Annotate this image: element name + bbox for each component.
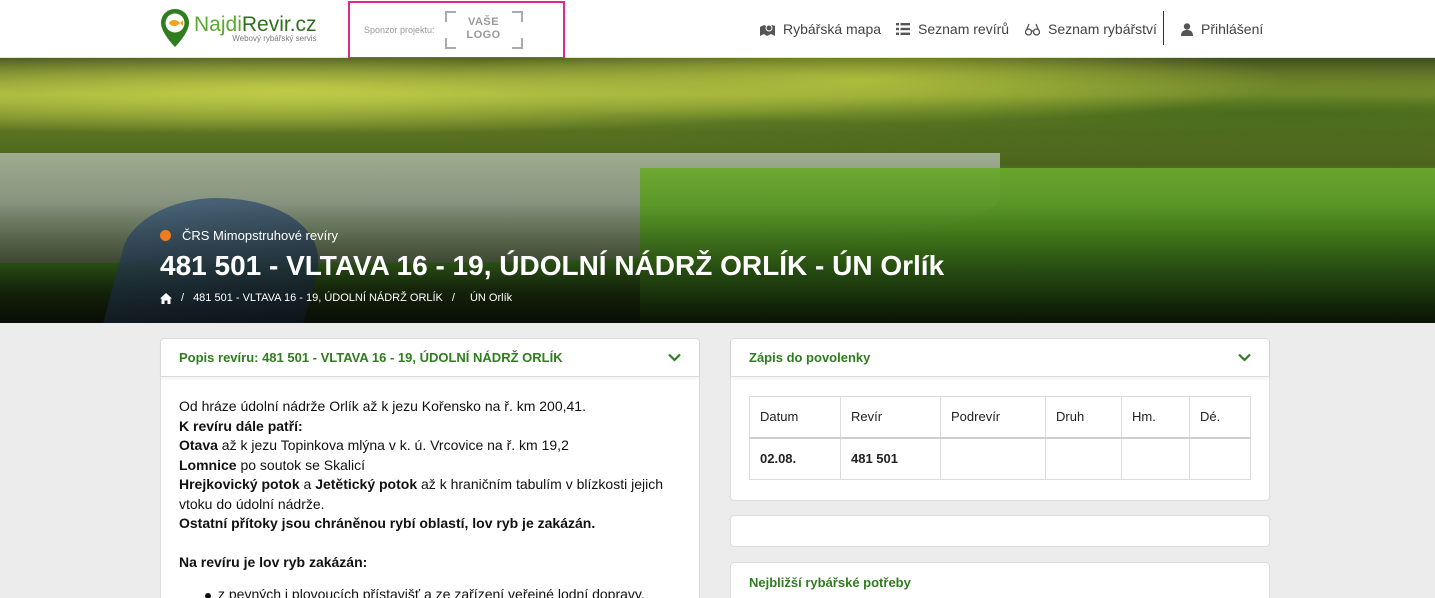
description-line: Od hráze údolní nádrže Orlík až k jezu K… [179,398,586,414]
tributary-name: Lomnice [179,456,237,473]
nav-label-fishery-list: Seznam rybářství [1048,21,1157,37]
category-label: ČRS Mimopstruhové revíry [182,228,339,243]
tributary-text: a [299,476,316,492]
sponsor-logo-placeholder: VAŠE LOGO [444,11,523,49]
river-category: ČRS Mimopstruhové revíry [160,228,338,243]
sponsor-logo-line1: VAŠE [467,16,500,28]
description-body: Od hráze údolní nádrže Orlík až k jezu K… [161,377,699,598]
column-header: Datum [749,396,841,439]
tributary-name: Hrejkovický potok [179,476,300,492]
breadcrumb-item-current: ÚN Orlík [469,292,513,304]
nav-label-login: Přihlášení [1201,21,1264,37]
tributary-text: po soutok se Skalicí [236,456,365,473]
column-header: Dé. [1189,396,1251,439]
nav-item-map[interactable]: Rybářská mapa [760,0,881,58]
permit-table: Datum Revír Podrevír Druh Hm. Dé. 02.08.… [749,396,1251,480]
nav-item-river-list[interactable]: Seznam revírů [896,0,1009,58]
column-header: Revír [840,396,941,439]
table-cell [1189,437,1251,480]
page-title: 481 501 - VLTAVA 16 - 19, ÚDOLNÍ NÁDRŽ O… [160,250,945,281]
nearby-shops-title: Nejbližší rybářské potřeby [749,574,911,590]
chevron-down-icon[interactable] [1238,353,1251,362]
table-cell: 481 501 [840,437,941,480]
table-header-row: Datum Revír Podrevír Druh Hm. Dé. [749,396,1251,439]
hero-banner [0,58,1435,323]
permit-panel: Zápis do povolenky Datum Revír Podrevír … [730,338,1270,501]
breadcrumb-item-river[interactable]: 481 501 - VLTAVA 16 - 19, ÚDOLNÍ NÁDRŽ O… [193,292,443,304]
nav-label-map: Rybářská mapa [783,21,882,37]
user-icon [1181,22,1193,36]
sponsor-banner[interactable]: Sponzor projektu: VAŠE LOGO [348,1,565,59]
description-panel-header[interactable]: Popis revíru: 481 501 - VLTAVA 16 - 19, … [161,339,699,377]
nearby-shops-panel: Nejbližší rybářské potřeby [730,562,1270,598]
tributaries-note: Ostatní přítoky jsou chráněnou rybí obla… [179,515,596,531]
empty-panel [730,515,1270,547]
sponsor-logo-line2: LOGO [466,29,501,41]
table-cell [1121,437,1190,480]
nav-item-login[interactable]: Přihlášení [1181,0,1263,58]
table-cell [1045,437,1122,480]
breadcrumb: / 481 501 - VLTAVA 16 - 19, ÚDOLNÍ NÁDRŽ… [160,292,512,304]
site-logo[interactable]: NajdiRevir.cz Webový rybářský servis [160,8,317,48]
column-header: Druh [1045,396,1122,439]
map-icon [760,24,775,36]
permit-panel-header[interactable]: Zápis do povolenky [731,339,1269,377]
nearby-shops-header[interactable]: Nejbližší rybářské potřeby [731,563,1269,598]
logo-pin-icon [160,8,190,48]
binoculars-icon [1025,23,1040,36]
chevron-down-icon[interactable] [668,353,681,362]
list-item: z pevných i plovoucích přístavišť a ze z… [205,585,681,598]
description-panel: Popis revíru: 481 501 - VLTAVA 16 - 19, … [160,338,700,598]
tributary-name: Jetětický potok [315,476,418,492]
also-heading: K revíru dále patří: [179,417,303,434]
nav-divider [1163,11,1164,45]
forbidden-heading: Na revíru je lov ryb zakázán: [179,554,368,570]
table-cell [940,437,1046,480]
top-navbar: NajdiRevir.cz Webový rybářský servis Spo… [0,0,1435,59]
home-icon[interactable] [160,292,172,304]
logo-name-bold: Revir.cz [241,12,317,36]
table-cell: 02.08. [749,437,841,480]
logo-name-light: Najdi [194,12,242,36]
nav-label-river-list: Seznam revírů [918,21,1010,37]
sponsor-label: Sponzor projektu: [364,25,435,35]
table-row: 02.08. 481 501 [749,437,1251,480]
forbidden-list: z pevných i plovoucích přístavišť a ze z… [179,585,681,598]
permit-panel-title: Zápis do povolenky [749,350,871,365]
tributary-text: až k jezu Topinkova mlýna v k. ú. Vrcovi… [217,437,569,453]
list-icon [896,23,910,35]
tributary-name: Otava [179,437,218,453]
description-panel-title: Popis revíru: 481 501 - VLTAVA 16 - 19, … [179,350,563,365]
category-dot-icon [160,230,171,241]
nav-item-fishery-list[interactable]: Seznam rybářství [1025,0,1157,58]
column-header: Hm. [1121,396,1190,439]
column-header: Podrevír [940,396,1046,439]
